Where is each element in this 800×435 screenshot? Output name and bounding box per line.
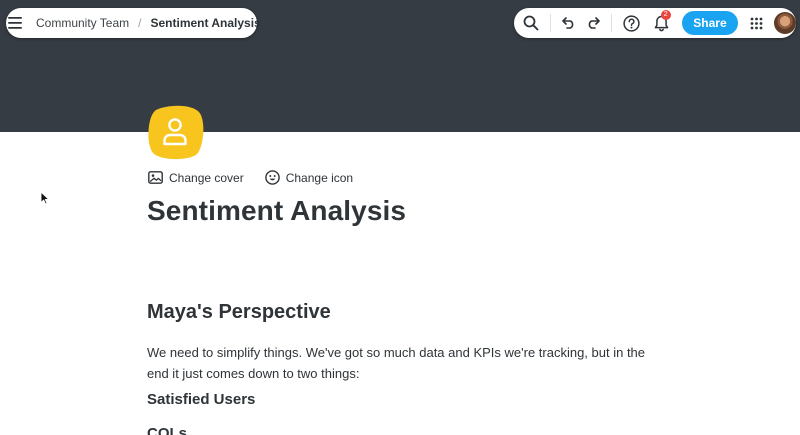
- subheading-satisfied-users[interactable]: Satisfied Users: [147, 391, 255, 408]
- redo-icon[interactable]: [581, 8, 605, 38]
- share-button[interactable]: Share: [682, 11, 738, 35]
- change-icon-button[interactable]: Change icon: [264, 170, 354, 185]
- cover-actions: Change cover Change icon: [148, 170, 353, 185]
- divider: [611, 14, 612, 32]
- breadcrumb: Community Team / Sentiment Analysis: [36, 16, 261, 30]
- change-icon-label: Change icon: [285, 170, 354, 185]
- divider: [549, 14, 551, 32]
- undo-icon[interactable]: [558, 8, 582, 38]
- search-icon[interactable]: [516, 8, 546, 38]
- bell-icon[interactable]: 2: [646, 8, 678, 38]
- toolbar: 2 Share: [514, 8, 797, 38]
- hamburger-menu-icon[interactable]: [8, 8, 22, 38]
- breadcrumb-team[interactable]: Community Team: [36, 16, 129, 30]
- breadcrumb-separator: /: [138, 16, 142, 30]
- breadcrumb-current[interactable]: Sentiment Analysis: [150, 16, 260, 30]
- apps-grid-icon[interactable]: [743, 8, 771, 38]
- change-cover-button[interactable]: Change cover: [148, 171, 244, 185]
- page-icon[interactable]: [146, 104, 204, 160]
- page-title[interactable]: Sentiment Analysis: [147, 195, 406, 227]
- image-icon: [148, 171, 163, 184]
- section-heading[interactable]: Maya's Perspective: [147, 301, 331, 324]
- paragraph[interactable]: We need to simplify things. We've got so…: [147, 342, 667, 384]
- subheading-cols[interactable]: COLs: [147, 425, 187, 435]
- notification-badge: 2: [660, 10, 671, 20]
- breadcrumb-bar: Community Team / Sentiment Analysis: [6, 8, 261, 38]
- help-circle-icon[interactable]: [618, 8, 646, 38]
- change-cover-label: Change cover: [169, 170, 244, 185]
- smiley-icon: [264, 170, 280, 185]
- mouse-cursor-icon: [40, 191, 50, 205]
- avatar[interactable]: [774, 12, 797, 34]
